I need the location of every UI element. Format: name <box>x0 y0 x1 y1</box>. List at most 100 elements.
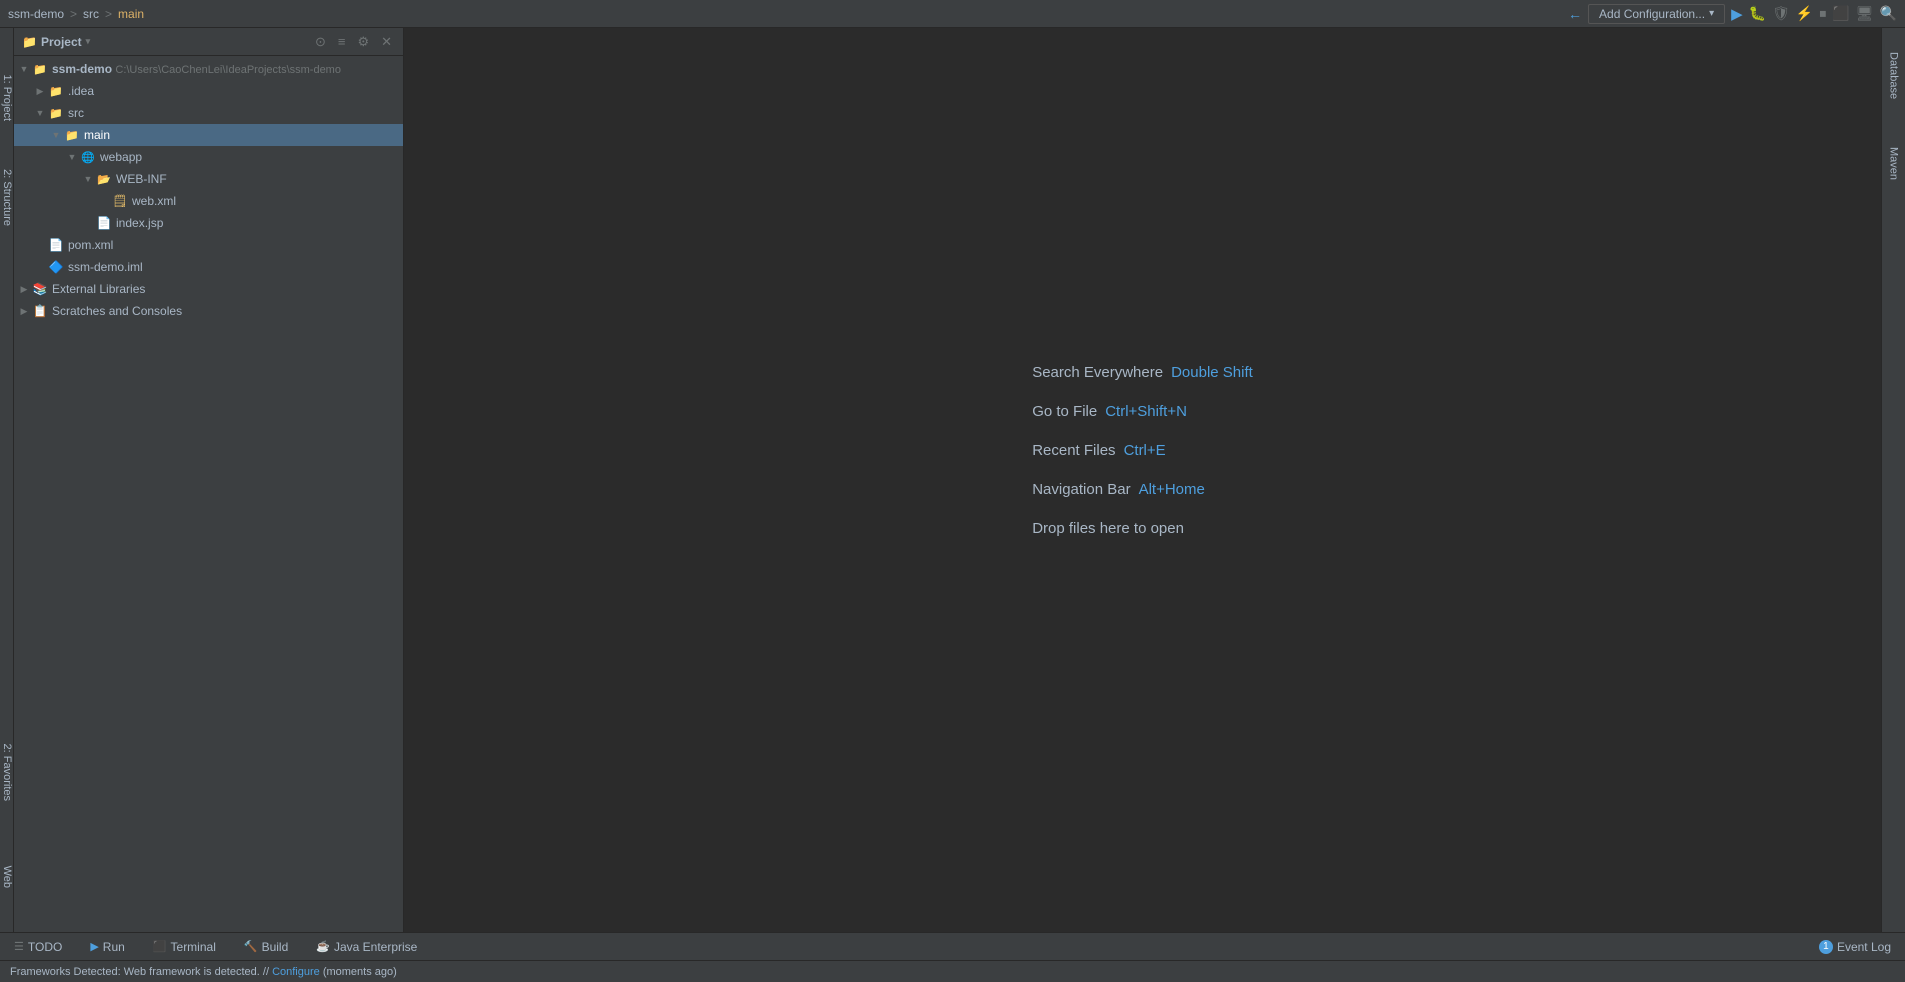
file-tree: ▼ 📁 ssm-demo C:\Users\CaoChenLei\IdeaPro… <box>14 56 403 932</box>
java-enterprise-icon: ☕ <box>316 940 330 953</box>
run-icon[interactable]: ▶ <box>1731 5 1743 23</box>
tree-label-ssm-demo: ssm-demo C:\Users\CaoChenLei\IdeaProject… <box>52 62 341 76</box>
back-icon[interactable]: ← <box>1568 6 1582 22</box>
welcome-label-search: Search Everywhere <box>1032 364 1163 381</box>
folder-icon-scratches: 📋 <box>32 303 48 319</box>
expand-arrow-web-inf[interactable]: ▼ <box>82 173 94 185</box>
bottom-tab-terminal[interactable]: ⬛ Terminal <box>147 933 222 960</box>
status-text: Frameworks Detected: Web framework is de… <box>10 966 397 978</box>
tree-label-web-inf: WEB-INF <box>116 172 167 186</box>
expand-arrow-idea[interactable]: ▶ <box>34 85 46 97</box>
breadcrumb-main[interactable]: main <box>118 7 144 21</box>
toolbar-right: ← Add Configuration... ▾ ▶ 🐛 🛡 ⚡ ⏹ ⬛ 🖥 🔍 <box>1568 4 1897 24</box>
welcome-label-goto: Go to File <box>1032 403 1097 420</box>
tab-database-label: Database <box>1888 52 1900 99</box>
sidebar-item-favorites[interactable]: 2: Favorites <box>0 732 14 812</box>
welcome-area: Search Everywhere Double Shift Go to Fil… <box>1032 364 1253 537</box>
debug-icon[interactable]: 🐛 <box>1749 5 1766 22</box>
terminal-icon: ⬛ <box>153 940 167 953</box>
stop-icon[interactable]: ⏹ <box>1819 5 1826 22</box>
hide-icon[interactable]: ✕ <box>378 33 395 51</box>
project-panel-header: 📁 Project ▾ ⊙ ≡ ⚙ ✕ <box>14 28 403 56</box>
status-bar: Frameworks Detected: Web framework is de… <box>0 960 1905 982</box>
profile-icon[interactable]: ⚡ <box>1796 5 1813 22</box>
bottom-tab-bar: ☰ TODO ▶ Run ⬛ Terminal 🔨 Build ☕ Java E… <box>0 932 1905 960</box>
build-label: Build <box>262 940 289 954</box>
bottom-tab-build[interactable]: 🔨 Build <box>238 933 294 960</box>
tree-label-idea: .idea <box>68 84 94 98</box>
bottom-tab-java-enterprise[interactable]: ☕ Java Enterprise <box>310 933 423 960</box>
project-dropdown-icon[interactable]: ▾ <box>86 36 91 47</box>
welcome-shortcut-goto: Ctrl+Shift+N <box>1105 403 1187 420</box>
sidebar-item-project[interactable]: 1: Project <box>0 58 14 138</box>
todo-icon: ☰ <box>14 940 24 953</box>
project-folder-icon: 📁 <box>22 35 37 49</box>
folder-icon-main: 📁 <box>64 127 80 143</box>
bottom-tab-todo[interactable]: ☰ TODO <box>8 933 68 960</box>
welcome-row-navbar: Navigation Bar Alt+Home <box>1032 481 1253 498</box>
project-panel: 📁 Project ▾ ⊙ ≡ ⚙ ✕ ▼ 📁 ssm-demo C:\User… <box>14 28 404 932</box>
tree-item-src[interactable]: ▼ 📁 src <box>14 102 403 124</box>
scope-icon[interactable]: ⊙ <box>312 33 329 51</box>
expand-arrow-ext-libs[interactable]: ▶ <box>18 283 30 295</box>
tree-item-scratches[interactable]: ▶ 📋 Scratches and Consoles <box>14 300 403 322</box>
breadcrumb-src[interactable]: src <box>83 7 99 21</box>
tree-item-main[interactable]: ▼ 📁 main <box>14 124 403 146</box>
breadcrumb: ssm-demo > src > main <box>8 7 144 21</box>
configure-link[interactable]: Configure <box>272 966 320 978</box>
run-label: Run <box>103 940 125 954</box>
expand-arrow-scratches[interactable]: ▶ <box>18 305 30 317</box>
tree-label-webapp: webapp <box>100 150 142 164</box>
tree-label-ext-libs: External Libraries <box>52 282 145 296</box>
search-everywhere-icon[interactable]: 🔍 <box>1880 5 1897 22</box>
add-config-dropdown-icon[interactable]: ▾ <box>1709 8 1714 19</box>
tree-item-index-jsp[interactable]: ▶ 📄 index.jsp <box>14 212 403 234</box>
tree-item-idea[interactable]: ▶ 📁 .idea <box>14 80 403 102</box>
tree-item-ssm-iml[interactable]: ▶ 🔷 ssm-demo.iml <box>14 256 403 278</box>
breadcrumb-sep1: > <box>70 7 77 21</box>
tab-maven-label: Maven <box>1888 147 1900 180</box>
tree-item-ext-libs[interactable]: ▶ 📚 External Libraries <box>14 278 403 300</box>
expand-arrow-ssm-demo[interactable]: ▼ <box>18 63 30 75</box>
welcome-label-recent: Recent Files <box>1032 442 1115 459</box>
add-configuration-button[interactable]: Add Configuration... ▾ <box>1588 4 1725 24</box>
frame-icon[interactable]: 🖥 <box>1856 5 1874 22</box>
project-header-icons: ⊙ ≡ ⚙ ✕ <box>312 33 395 51</box>
tree-item-webapp[interactable]: ▼ 🌐 webapp <box>14 146 403 168</box>
breadcrumb-sep2: > <box>105 7 112 21</box>
expand-arrow-main[interactable]: ▼ <box>50 129 62 141</box>
welcome-shortcut-search: Double Shift <box>1171 364 1253 381</box>
drop-text-label: Drop files here to open <box>1032 520 1184 537</box>
coverage-icon[interactable]: 🛡 <box>1772 5 1790 22</box>
sidebar-item-structure[interactable]: 2: Structure <box>0 158 14 238</box>
project-label: Project <box>41 35 82 49</box>
tab-database[interactable]: Database <box>1886 48 1902 103</box>
editor-area: Search Everywhere Double Shift Go to Fil… <box>404 28 1881 932</box>
window-icon[interactable]: ⬛ <box>1832 5 1849 22</box>
add-configuration-label: Add Configuration... <box>1599 7 1705 21</box>
bottom-tab-run[interactable]: ▶ Run <box>84 933 130 960</box>
tree-item-ssm-demo[interactable]: ▼ 📁 ssm-demo C:\Users\CaoChenLei\IdeaPro… <box>14 58 403 80</box>
expand-arrow-webapp[interactable]: ▼ <box>66 151 78 163</box>
folder-icon-web-inf: 📂 <box>96 171 112 187</box>
event-log-label: Event Log <box>1837 940 1891 954</box>
tree-label-ssm-iml: ssm-demo.iml <box>68 260 143 274</box>
tree-item-pom-xml[interactable]: ▶ 📄 pom.xml <box>14 234 403 256</box>
folder-icon-ext-libs: 📚 <box>32 281 48 297</box>
breadcrumb-project[interactable]: ssm-demo <box>8 7 64 21</box>
folder-icon-ssm-demo: 📁 <box>32 61 48 77</box>
tree-item-web-inf[interactable]: ▼ 📂 WEB-INF <box>14 168 403 190</box>
event-log-button[interactable]: 1 Event Log <box>1813 933 1897 960</box>
sidebar-item-web[interactable]: Web <box>0 852 14 902</box>
file-icon-pom-xml: 📄 <box>48 237 64 253</box>
tab-maven[interactable]: Maven <box>1886 143 1902 184</box>
collapse-icon[interactable]: ≡ <box>335 33 349 50</box>
settings-icon[interactable]: ⚙ <box>354 33 372 51</box>
expand-arrow-src[interactable]: ▼ <box>34 107 46 119</box>
drop-text: Drop files here to open <box>1032 520 1253 537</box>
tree-label-scratches: Scratches and Consoles <box>52 304 182 318</box>
tree-item-web-xml[interactable]: ▶ 🗒 web.xml <box>14 190 403 212</box>
top-bar: ssm-demo > src > main ← Add Configuratio… <box>0 0 1905 28</box>
file-icon-ssm-iml: 🔷 <box>48 259 64 275</box>
welcome-label-navbar: Navigation Bar <box>1032 481 1130 498</box>
